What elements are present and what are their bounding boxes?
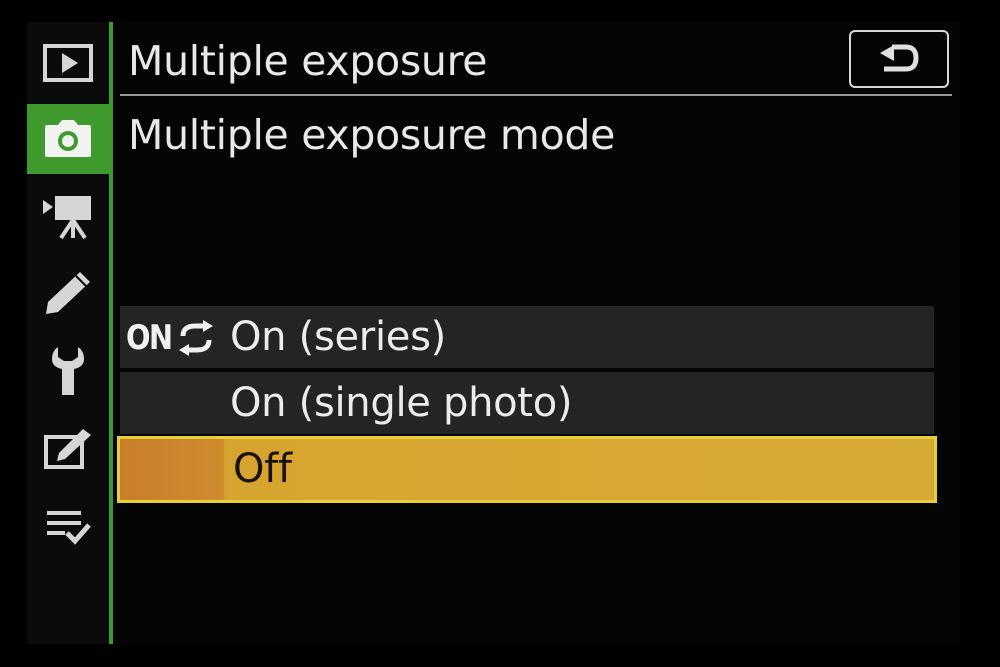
my-menu-icon	[47, 511, 91, 545]
return-icon	[880, 44, 919, 72]
playback-icon	[43, 44, 93, 82]
option-label: On (series)	[230, 314, 446, 360]
option-badge: ON	[126, 314, 215, 362]
option-on-series[interactable]: ON On (series)	[120, 306, 934, 368]
pencil-icon	[46, 272, 90, 314]
sidebar-divider	[109, 22, 113, 644]
tab-custom-settings[interactable]	[27, 258, 109, 328]
option-label: Off	[233, 446, 292, 492]
header-divider	[120, 94, 952, 96]
tab-photo-shooting[interactable]	[27, 104, 109, 174]
option-label: On (single photo)	[230, 380, 573, 426]
back-button[interactable]	[849, 30, 949, 88]
option-off[interactable]: Off	[117, 436, 937, 503]
tab-my-menu[interactable]	[27, 492, 109, 562]
option-on-single-photo[interactable]: On (single photo)	[120, 372, 934, 434]
tab-playback[interactable]	[27, 28, 109, 98]
selection-highlight	[120, 439, 224, 500]
page-title: Multiple exposure	[128, 37, 488, 85]
tab-movie-shooting[interactable]	[27, 182, 109, 252]
series-cycle-icon	[179, 320, 214, 356]
wrench-icon	[52, 347, 84, 395]
tab-setup[interactable]	[27, 336, 109, 406]
on-badge-text: ON	[126, 318, 173, 358]
movie-camera-icon	[43, 196, 91, 240]
tab-retouch[interactable]	[27, 414, 109, 484]
setting-name: Multiple exposure mode	[128, 111, 616, 159]
retouch-icon	[44, 429, 91, 469]
camera-icon	[45, 120, 91, 157]
